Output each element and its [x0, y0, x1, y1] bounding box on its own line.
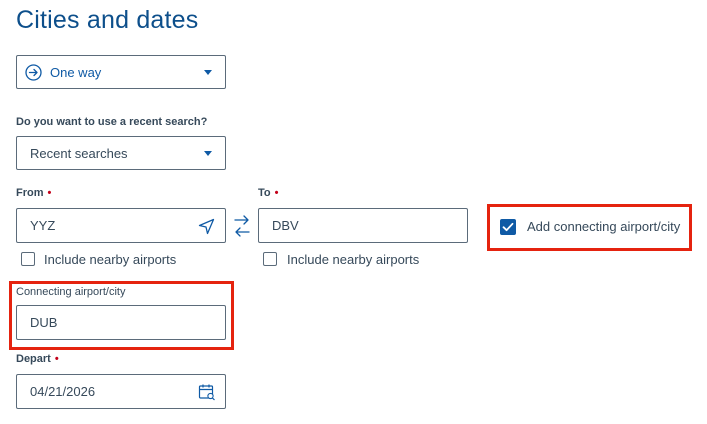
arrow-right-circle-icon: [25, 63, 42, 81]
depart-date-value: 04/21/2026: [30, 384, 96, 399]
from-value: YYZ: [30, 218, 56, 233]
from-nearby-checkbox[interactable]: [21, 252, 35, 266]
depart-label: Depart •: [16, 353, 59, 365]
to-nearby-checkbox[interactable]: [263, 252, 277, 266]
recent-search-question: Do you want to use a recent search?: [16, 116, 208, 128]
to-label: To •: [258, 187, 279, 199]
required-indicator: •: [54, 353, 59, 365]
to-input[interactable]: DBV: [258, 208, 468, 243]
connecting-airport-input[interactable]: DUB: [16, 305, 226, 340]
from-input[interactable]: YYZ: [16, 208, 226, 243]
trip-type-value: One way: [50, 64, 102, 80]
recent-searches-select[interactable]: Recent searches: [16, 136, 226, 170]
chevron-down-icon: [204, 151, 212, 156]
connecting-airport-label: Connecting airport/city: [16, 286, 126, 298]
depart-date-input[interactable]: 04/21/2026: [16, 374, 226, 409]
add-connecting-checkbox[interactable]: [500, 219, 516, 235]
required-indicator: •: [274, 187, 279, 199]
add-connecting-label[interactable]: Add connecting airport/city: [527, 219, 680, 234]
location-arrow-icon[interactable]: [198, 218, 215, 238]
to-value: DBV: [272, 218, 299, 233]
to-nearby-label[interactable]: Include nearby airports: [287, 252, 419, 267]
connecting-airport-value: DUB: [30, 315, 58, 330]
checkmark-icon: [502, 222, 514, 232]
calendar-icon[interactable]: [198, 383, 216, 404]
trip-type-select[interactable]: One way: [16, 55, 226, 89]
from-label: From •: [16, 187, 52, 199]
swap-airports-icon[interactable]: [233, 213, 251, 244]
from-nearby-label[interactable]: Include nearby airports: [44, 252, 176, 267]
chevron-down-icon: [204, 70, 212, 75]
page-title: Cities and dates: [16, 6, 199, 34]
required-indicator: •: [47, 187, 52, 199]
recent-searches-value: Recent searches: [30, 145, 128, 161]
